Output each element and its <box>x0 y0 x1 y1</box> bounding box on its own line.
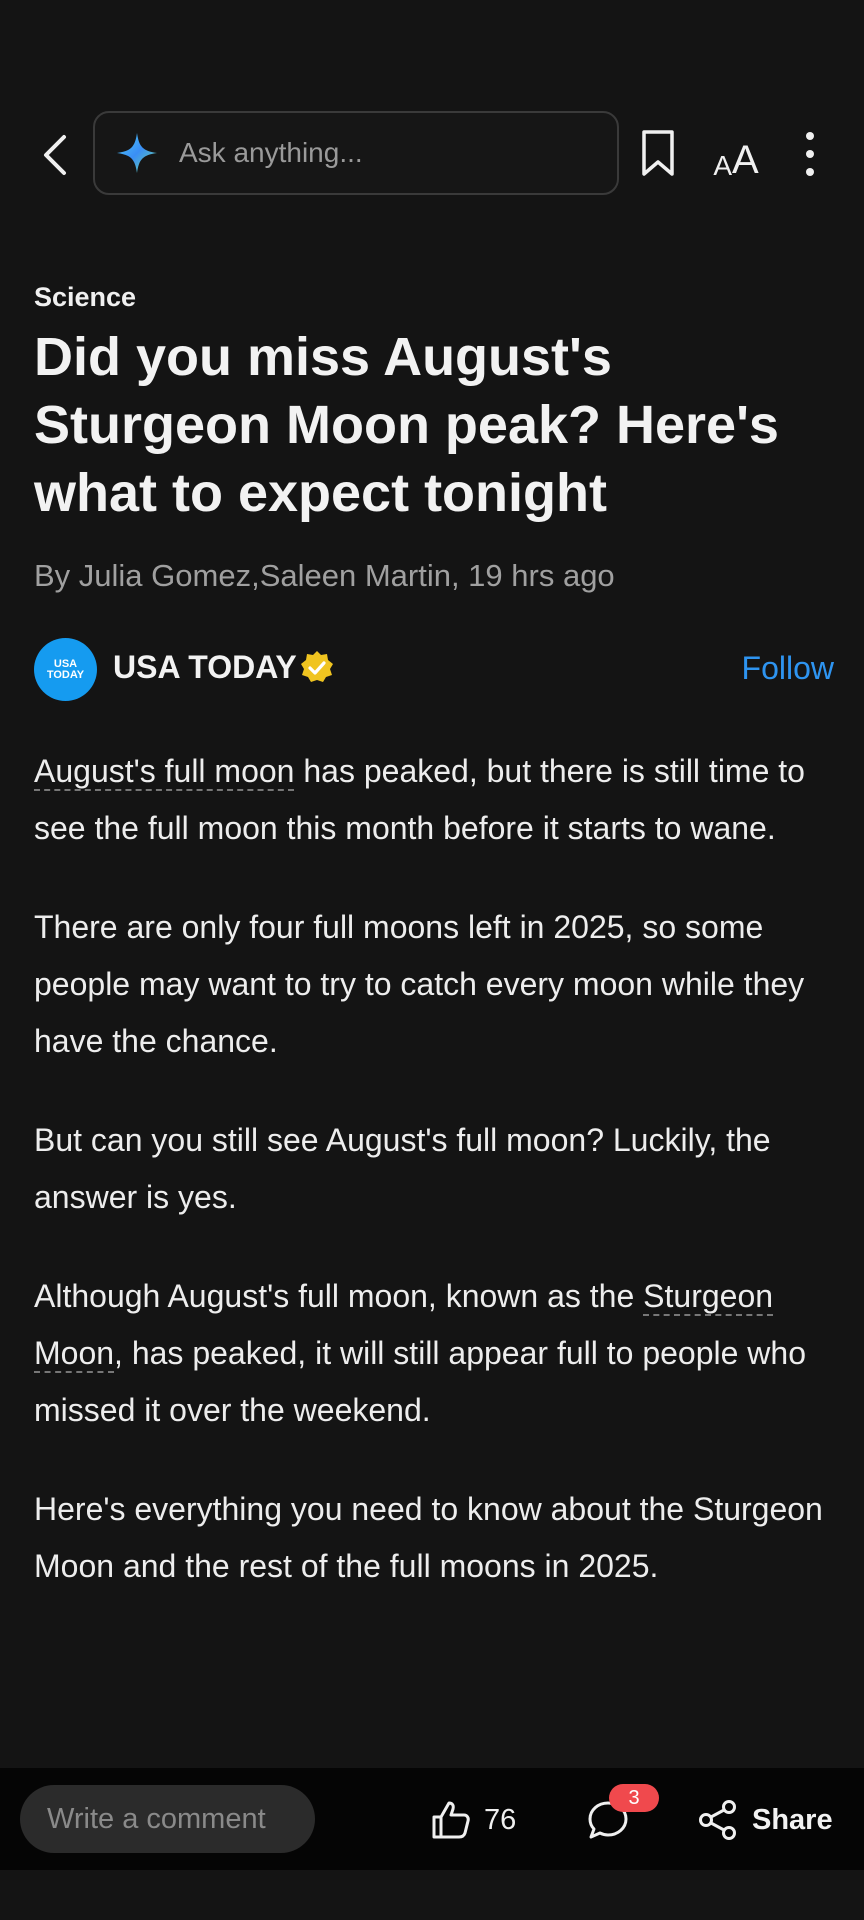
paragraph-text: Although August's full moon, known as th… <box>34 1278 644 1314</box>
bottom-action-bar: Write a comment 76 3 Share <box>0 1768 864 1870</box>
article-category[interactable]: Science <box>34 282 136 313</box>
source-name[interactable]: USA TODAY <box>113 649 297 686</box>
text-size-button[interactable]: AA <box>710 128 762 180</box>
comment-input[interactable]: Write a comment <box>20 1785 315 1853</box>
back-button[interactable] <box>30 130 80 180</box>
paragraph: August's full moon has peaked, but there… <box>34 743 834 857</box>
ask-anything-input[interactable]: Ask anything... <box>93 111 619 195</box>
follow-button[interactable]: Follow <box>742 650 834 687</box>
paragraph: Here's everything you need to know about… <box>34 1491 823 1584</box>
like-button[interactable]: 76 <box>430 1798 516 1842</box>
article-body: August's full moon has peaked, but there… <box>34 743 834 1637</box>
thumbs-up-icon <box>432 1801 470 1839</box>
article-byline: By Julia Gomez,Saleen Martin, 19 hrs ago <box>34 558 615 593</box>
verified-badge-icon <box>301 651 333 682</box>
chevron-left-icon <box>44 135 66 175</box>
bookmark-button[interactable] <box>636 128 680 180</box>
share-icon <box>699 1800 736 1840</box>
comment-count-badge: 3 <box>609 1784 659 1812</box>
article-page: Ask anything... AA Science Did you miss … <box>0 0 864 1920</box>
more-vertical-icon-dot <box>806 132 814 140</box>
paragraph: There are only four full moons left in 2… <box>34 909 805 1059</box>
text-size-small-glyph: A <box>713 150 732 181</box>
paragraph: But can you still see August's full moon… <box>34 1122 771 1215</box>
more-options-button[interactable] <box>790 128 830 180</box>
search-placeholder: Ask anything... <box>179 137 363 168</box>
usa-today-logo[interactable]: USA TODAY <box>34 638 97 701</box>
logo-text-line2: TODAY <box>46 668 85 681</box>
top-bar: Ask anything... AA <box>0 110 864 198</box>
more-vertical-icon-dot <box>806 150 814 158</box>
logo-text-line1: USA <box>53 657 78 670</box>
share-button[interactable]: Share <box>697 1798 833 1842</box>
share-label: Share <box>752 1803 833 1836</box>
source-row: USA TODAY USA TODAY Follow <box>34 638 834 702</box>
sparkle-icon <box>117 133 157 173</box>
more-vertical-icon-dot <box>806 168 814 176</box>
like-count: 76 <box>484 1803 517 1836</box>
entity-link[interactable]: August's full moon <box>34 753 295 791</box>
paragraph: Although August's full moon, known as th… <box>34 1268 834 1439</box>
comment-placeholder: Write a comment <box>47 1802 266 1835</box>
bookmark-icon <box>642 130 674 176</box>
text-size-big-glyph: A <box>732 138 759 182</box>
article-headline: Did you miss August's Sturgeon Moon peak… <box>34 327 779 523</box>
paragraph-text: , has peaked, it will still appear full … <box>34 1335 806 1428</box>
